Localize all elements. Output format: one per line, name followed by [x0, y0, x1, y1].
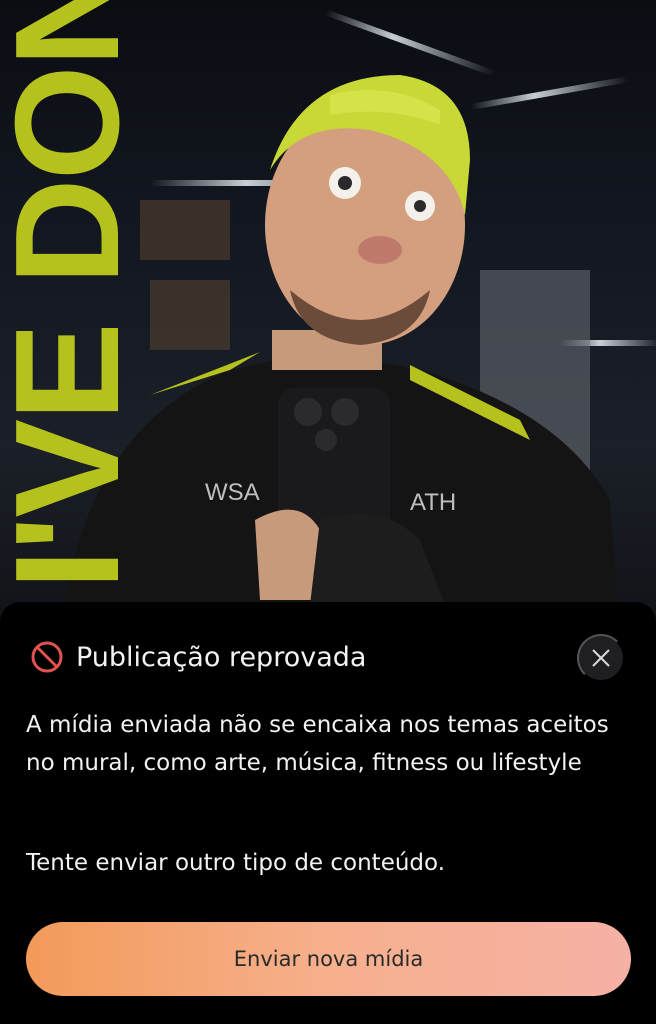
sheet-title: Publicação reprovada — [76, 641, 367, 673]
background-photo: WSA ATH I'VE DONE? — [0, 0, 656, 640]
close-button[interactable] — [577, 634, 625, 682]
close-icon — [592, 649, 610, 667]
svg-text:ATH: ATH — [410, 489, 456, 516]
rejection-hint: Tente enviar outro tipo de conteúdo. — [26, 850, 446, 876]
sheet-header: Publicação reprovada — [30, 640, 366, 674]
rejection-description: A mídia enviada não se encaixa nos temas… — [26, 712, 609, 776]
ban-icon — [31, 641, 63, 673]
send-new-media-button[interactable]: Enviar nova mídia — [26, 922, 631, 996]
overlay-headline: I'VE DONE? — [0, 0, 150, 590]
svg-text:WSA: WSA — [205, 479, 260, 506]
rejection-bottom-sheet: Publicação reprovada A mídia enviada não… — [0, 602, 656, 1024]
